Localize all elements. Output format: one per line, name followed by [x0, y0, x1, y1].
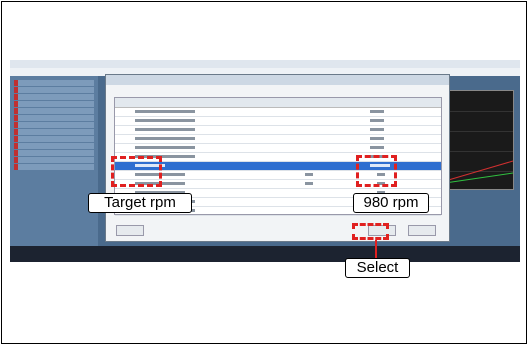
table-row[interactable] — [115, 117, 441, 126]
rpm-value-highlight — [356, 155, 397, 187]
navigation-tree — [10, 76, 98, 246]
live-graph — [442, 90, 514, 190]
tree-item[interactable] — [14, 157, 94, 163]
select-label: Select — [345, 258, 410, 278]
target-rpm-label: Target rpm — [88, 193, 192, 213]
table-row[interactable] — [115, 108, 441, 117]
graph-traces — [444, 160, 514, 184]
select-button-highlight — [352, 223, 389, 240]
select-connector — [375, 240, 377, 259]
tree-item[interactable] — [14, 136, 94, 142]
table-row[interactable] — [115, 135, 441, 144]
tree-item[interactable] — [14, 87, 94, 93]
windows-taskbar — [10, 246, 520, 262]
tree-item[interactable] — [14, 80, 94, 86]
table-row[interactable] — [115, 126, 441, 135]
tree-item[interactable] — [14, 150, 94, 156]
help-button[interactable] — [116, 225, 144, 236]
tree-item[interactable] — [14, 94, 94, 100]
app-titlebar — [10, 60, 520, 68]
table-row[interactable] — [115, 144, 441, 153]
tree-item[interactable] — [14, 143, 94, 149]
rpm-value-label: 980 rpm — [353, 193, 429, 213]
tree-item[interactable] — [14, 115, 94, 121]
tree-item[interactable] — [14, 122, 94, 128]
target-rpm-highlight — [111, 156, 162, 187]
table-header — [115, 98, 441, 108]
dialog-titlebar — [106, 75, 449, 85]
tree-item[interactable] — [14, 101, 94, 107]
tree-item[interactable] — [14, 164, 94, 170]
cancel-button[interactable] — [408, 225, 436, 236]
tree-item[interactable] — [14, 108, 94, 114]
screenshot — [10, 60, 520, 262]
tree-items — [14, 80, 94, 171]
tree-item[interactable] — [14, 129, 94, 135]
